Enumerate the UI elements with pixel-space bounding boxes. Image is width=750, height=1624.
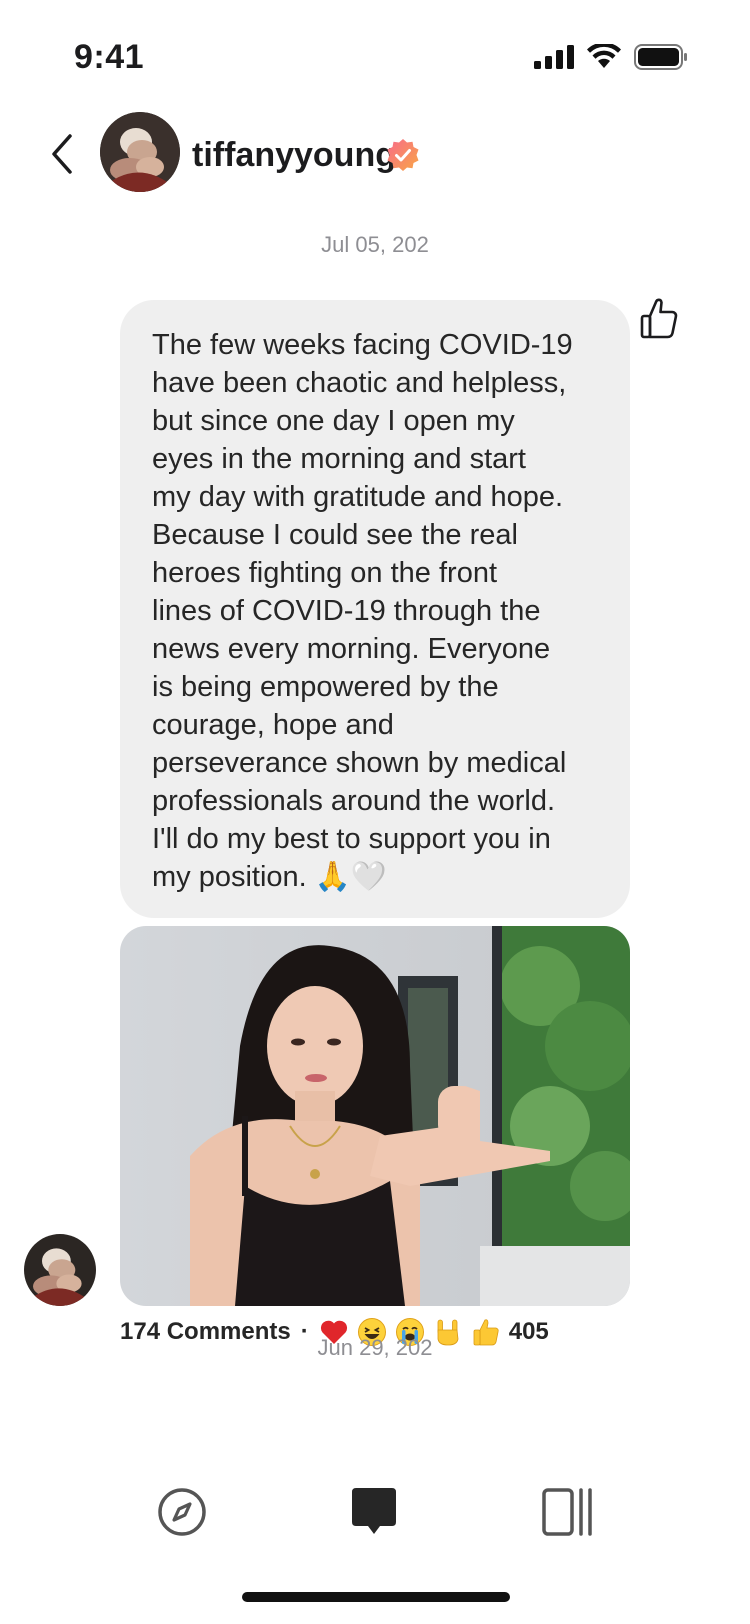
date-separator: Jul 05, 202 (321, 232, 429, 257)
home-indicator[interactable] (242, 1592, 510, 1602)
profile-avatar[interactable] (100, 112, 180, 192)
verified-badge-icon (387, 139, 419, 171)
username[interactable]: tiffanyyoung (192, 136, 396, 175)
date-separator-bottom: Jun 29, 202 (317, 1335, 433, 1360)
signal-icon (534, 45, 574, 69)
status-icons (534, 44, 688, 70)
battery-icon (634, 44, 687, 70)
thumbs-up-icon[interactable] (638, 296, 680, 342)
status-time: 9:41 (74, 38, 145, 76)
chevron-left-icon[interactable] (46, 132, 78, 176)
sender-avatar[interactable] (24, 1234, 96, 1306)
message-bubble[interactable]: The few weeks facing COVID-19 have been … (120, 300, 630, 918)
compass-icon[interactable] (154, 1484, 210, 1540)
chat-bubble-icon[interactable] (346, 1484, 402, 1540)
wifi-icon (587, 44, 621, 68)
feed-icon[interactable] (540, 1484, 596, 1540)
message-photo[interactable] (120, 926, 630, 1306)
message-text: The few weeks facing COVID-19 have been … (152, 329, 573, 893)
